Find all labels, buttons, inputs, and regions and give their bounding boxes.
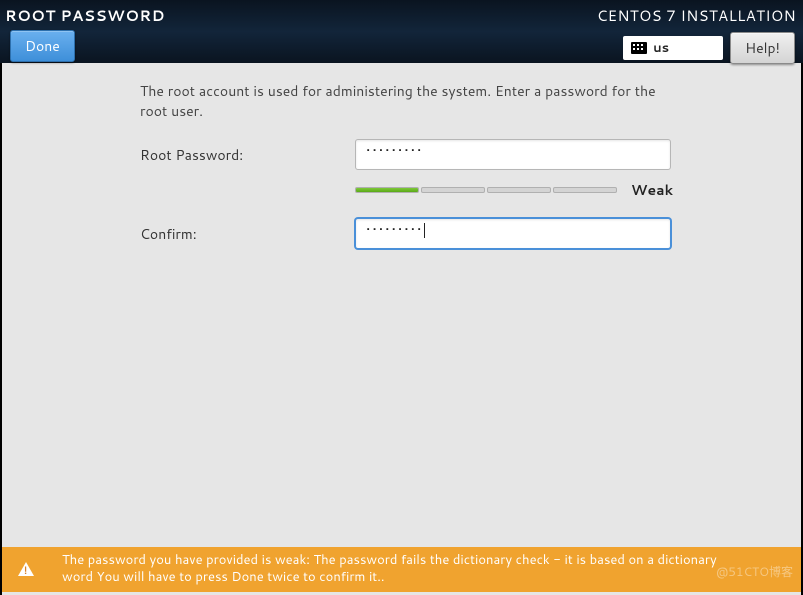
text-cursor	[424, 223, 425, 238]
header-controls: us Help!	[623, 32, 795, 64]
main-content: The root account is used for administeri…	[0, 63, 803, 249]
installer-title: CENTOS 7 INSTALLATION	[597, 3, 798, 26]
strength-segment-4	[553, 187, 617, 193]
done-button[interactable]: Done	[10, 30, 75, 62]
left-border	[0, 63, 2, 595]
confirm-password-value: •••••••••	[366, 219, 423, 239]
password-strength-meter	[355, 187, 617, 193]
keyboard-layout-indicator[interactable]: us	[623, 36, 723, 60]
root-password-label: Root Password:	[140, 145, 355, 165]
keyboard-icon	[631, 42, 647, 54]
header-right: CENTOS 7 INSTALLATION us Help!	[597, 3, 798, 63]
strength-row: Weak	[355, 180, 683, 200]
confirm-password-input[interactable]: •••••••••	[355, 218, 671, 249]
header-bar: ROOT PASSWORD Done CENTOS 7 INSTALLATION…	[0, 0, 803, 63]
header-left: ROOT PASSWORD Done	[3, 3, 165, 63]
strength-label: Weak	[631, 180, 673, 200]
keyboard-layout-label: us	[653, 39, 669, 57]
page-title: ROOT PASSWORD	[3, 3, 165, 26]
warning-bar: The password you have provided is weak: …	[2, 547, 801, 592]
strength-segment-2	[421, 187, 485, 193]
root-password-row: Root Password: •••••••••	[140, 139, 683, 170]
strength-segment-1	[355, 187, 419, 193]
intro-text: The root account is used for administeri…	[140, 81, 683, 121]
root-password-value: •••••••••	[366, 140, 423, 160]
root-password-input[interactable]: •••••••••	[355, 139, 671, 170]
warning-message: The password you have provided is weak: …	[62, 552, 742, 587]
confirm-password-label: Confirm:	[140, 224, 355, 244]
warning-icon	[18, 562, 34, 576]
confirm-password-row: Confirm: •••••••••	[140, 218, 683, 249]
help-button[interactable]: Help!	[730, 32, 795, 64]
strength-segment-3	[487, 187, 551, 193]
